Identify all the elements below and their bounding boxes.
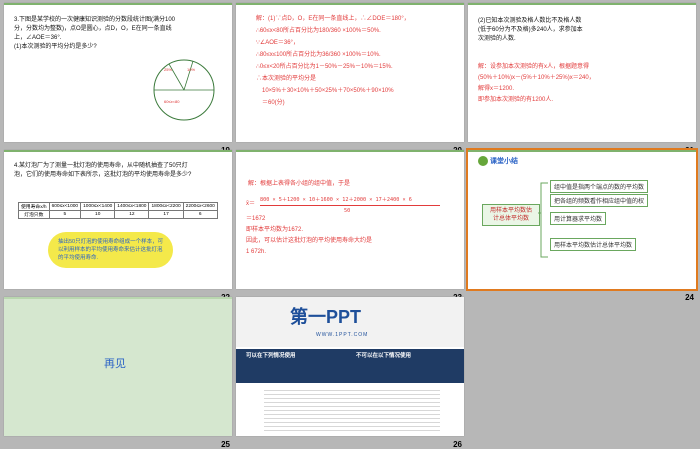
pie-diagram [153, 59, 215, 121]
slide-thumbnail[interactable]: 再见 25 [4, 297, 232, 449]
text-line: 因此，可以估计这批灯泡的平均使用寿命大约是 [246, 238, 373, 244]
text-line: ∵∠AOE＝36°， [256, 40, 299, 46]
text-line: 3.下图是某学校的一次健康知识测验的分数段统计图(满分100 [14, 17, 176, 23]
summary-title: 课堂小结 [490, 158, 518, 165]
slide-stripe [4, 297, 232, 299]
slide-number: 26 [453, 440, 462, 449]
summary-title-icon [478, 156, 488, 166]
left-title: 可以在下列情况使用 [246, 353, 296, 359]
text-line: 解：(1)∵点D，O，E在同一条直线上，∴∠DOE＝180°， [256, 16, 410, 22]
summary-item-text: 用计算器求平均数 [554, 217, 603, 223]
text-line: ＝1672 [246, 216, 266, 222]
table-cell: 17 [148, 210, 184, 219]
text-line: 解：设参加本次测验的有x人，根据题意得 [478, 64, 590, 70]
summary-item-text: 组中值是指两个端点的数的平均数 [554, 185, 645, 191]
bracket-lines [538, 182, 548, 258]
pie-label: 60≤x<80 [164, 99, 180, 104]
center-line: 计总体平均数 [492, 216, 529, 222]
text-line: 次测验的人数. [478, 36, 516, 42]
text-line: ＝60(分) [262, 100, 285, 106]
goodbye-text: 再见 [104, 358, 126, 370]
text-line: 泡，它们的使用寿命如下表所示，这批灯泡的平均使用寿命是多少? [14, 172, 192, 178]
table-cell: 10 [80, 210, 116, 219]
summary-item: 组中值是指两个端点的数的平均数 [550, 180, 649, 193]
summary-item: 用计算器求平均数 [550, 212, 607, 225]
slide-number: 24 [685, 293, 694, 302]
summary-item-text: 用样本平均数估计总体平均数 [554, 243, 633, 249]
brand-url: WWW.1PPT.COM [316, 332, 369, 338]
summary-item: 用样本平均数估计总体平均数 [550, 238, 637, 251]
slide-stripe [236, 150, 464, 152]
text-line: 即样本平均数为1672. [246, 227, 304, 233]
text-line: 1 672h. [246, 249, 267, 255]
right-title: 不可以在以下情况使用 [356, 353, 412, 359]
slide-thumbnail[interactable]: 课堂小结 用样本平均数估 计总体平均数 组中值是指两个端点的数的平均数 把各组的… [466, 148, 698, 302]
slide-thumbnail[interactable]: 解：(1)∵点D，O，E在同一条直线上，∴∠DOE＝180°， ∴60≤x<80… [236, 3, 464, 155]
data-table: 使用寿命x/h 600≤x<1000 1000≤x<1400 1400≤x<18… [18, 202, 218, 219]
pie-label: 25% [164, 67, 173, 72]
brand-logo: 第一PPT [290, 307, 362, 327]
summary-center-box: 用样本平均数估 计总体平均数 [482, 204, 540, 226]
text-line: ∴0≤x<20所占百分比为1－50%－25%－10%＝15%. [256, 64, 393, 70]
slide-thumbnail[interactable]: 3.下图是某学校的一次健康知识测验的分数段统计图(满分100 分，分数均为整数)… [4, 3, 232, 155]
pie-label: 10% [187, 67, 196, 72]
text-line: 解：根据上表得各小组的组中值，于是 [248, 181, 351, 187]
table-cell: 6 [182, 210, 218, 219]
text-line: ∴60≤x<80所占百分比为180/360 ×100%＝50%. [256, 28, 381, 34]
text-line: (低于60分为不及格)多240人，求参加本 [478, 27, 583, 33]
center-line: 用样本平均数估 [489, 208, 532, 214]
table-cell: 使用寿命x/h [18, 202, 50, 211]
text-line: ∴本次测验的平均分是 [256, 76, 317, 82]
hint-bubble: 抽出50只灯泡的使用寿命组成一个样本，可 以利用样本的平均使用寿命来估计这批灯泡… [48, 232, 174, 268]
table-cell: 2200≤x<2600 [182, 202, 218, 211]
slide-stripe [468, 3, 696, 5]
text-line: 10×5%＋30×10%＋50×25%＋70×50%＋90×10% [262, 88, 394, 94]
text-line: 上，∠AOE＝36°. [14, 35, 62, 41]
link-list [264, 387, 440, 431]
slide-stripe [236, 3, 464, 5]
slide-thumbnail[interactable]: 4.某灯泡厂为了测量一批灯泡的使用寿命，从中随机抽查了50只灯 泡，它们的使用寿… [4, 150, 232, 302]
text-line: 分，分数均为整数)，点O是圆心，点D，O，E在同一条直线 [14, 26, 172, 32]
table-cell: 1800≤x<2200 [148, 202, 184, 211]
slide-thumbnail[interactable]: (2)已知本次测验及格人数比不及格人数 (低于60分为不及格)多240人，求参加… [468, 3, 696, 155]
text-line: 800 × 5＋1200 × 10＋1600 × 12＋2000 × 17＋24… [260, 197, 412, 203]
slide-number: 25 [221, 440, 230, 449]
text-line: ∴80≤x≤100所占百分比为36/360 ×100%＝10%. [256, 52, 381, 58]
slide-stripe [468, 150, 696, 152]
summary-item-text: 把各组的频数看作相应组中值的权 [554, 199, 645, 205]
table-cell: 5 [48, 210, 82, 219]
slide-thumbnail[interactable]: 解：根据上表得各小组的组中值，于是 800 × 5＋1200 × 10＋1600… [236, 150, 464, 302]
bubble-line: 的平均使用寿命. [58, 255, 99, 261]
summary-item: 把各组的频数看作相应组中值的权 [550, 194, 649, 207]
fraction-bar [260, 205, 440, 206]
bubble-line: 以利用样本的平均使用寿命来估计这批灯泡 [58, 247, 163, 253]
table-cell: 1400≤x<1800 [114, 202, 150, 211]
text-line: 解得x＝1200. [478, 86, 515, 92]
slide-thumbnail[interactable]: 第一PPT WWW.1PPT.COM 可以在下列情况使用 不可以在以下情况使用 … [236, 297, 464, 449]
table-cell: 12 [114, 210, 150, 219]
table-cell: 1000≤x<1400 [80, 202, 116, 211]
text-line: 50 [344, 208, 351, 214]
text-line: (50%＋10%)x－(5%＋10%＋25%)x＝240， [478, 75, 595, 81]
text-line: 4.某灯泡厂为了测量一批灯泡的使用寿命，从中随机抽查了50只灯 [14, 163, 188, 169]
text-line: (2)已知本次测验及格人数比不及格人数 [478, 18, 582, 24]
text-line: (1)本次测验的平均分约是多少? [14, 44, 97, 50]
slide-stripe [4, 3, 232, 5]
table-cell: 灯泡只数 [18, 210, 50, 219]
table-cell: 600≤x<1000 [48, 202, 82, 211]
text-line: x̄＝ [246, 201, 256, 207]
text-line: 即参加本次测验的有1200人. [478, 97, 554, 103]
bubble-line: 抽出50只灯泡的使用寿命组成一个样本，可 [58, 239, 164, 245]
slide-stripe [4, 150, 232, 152]
